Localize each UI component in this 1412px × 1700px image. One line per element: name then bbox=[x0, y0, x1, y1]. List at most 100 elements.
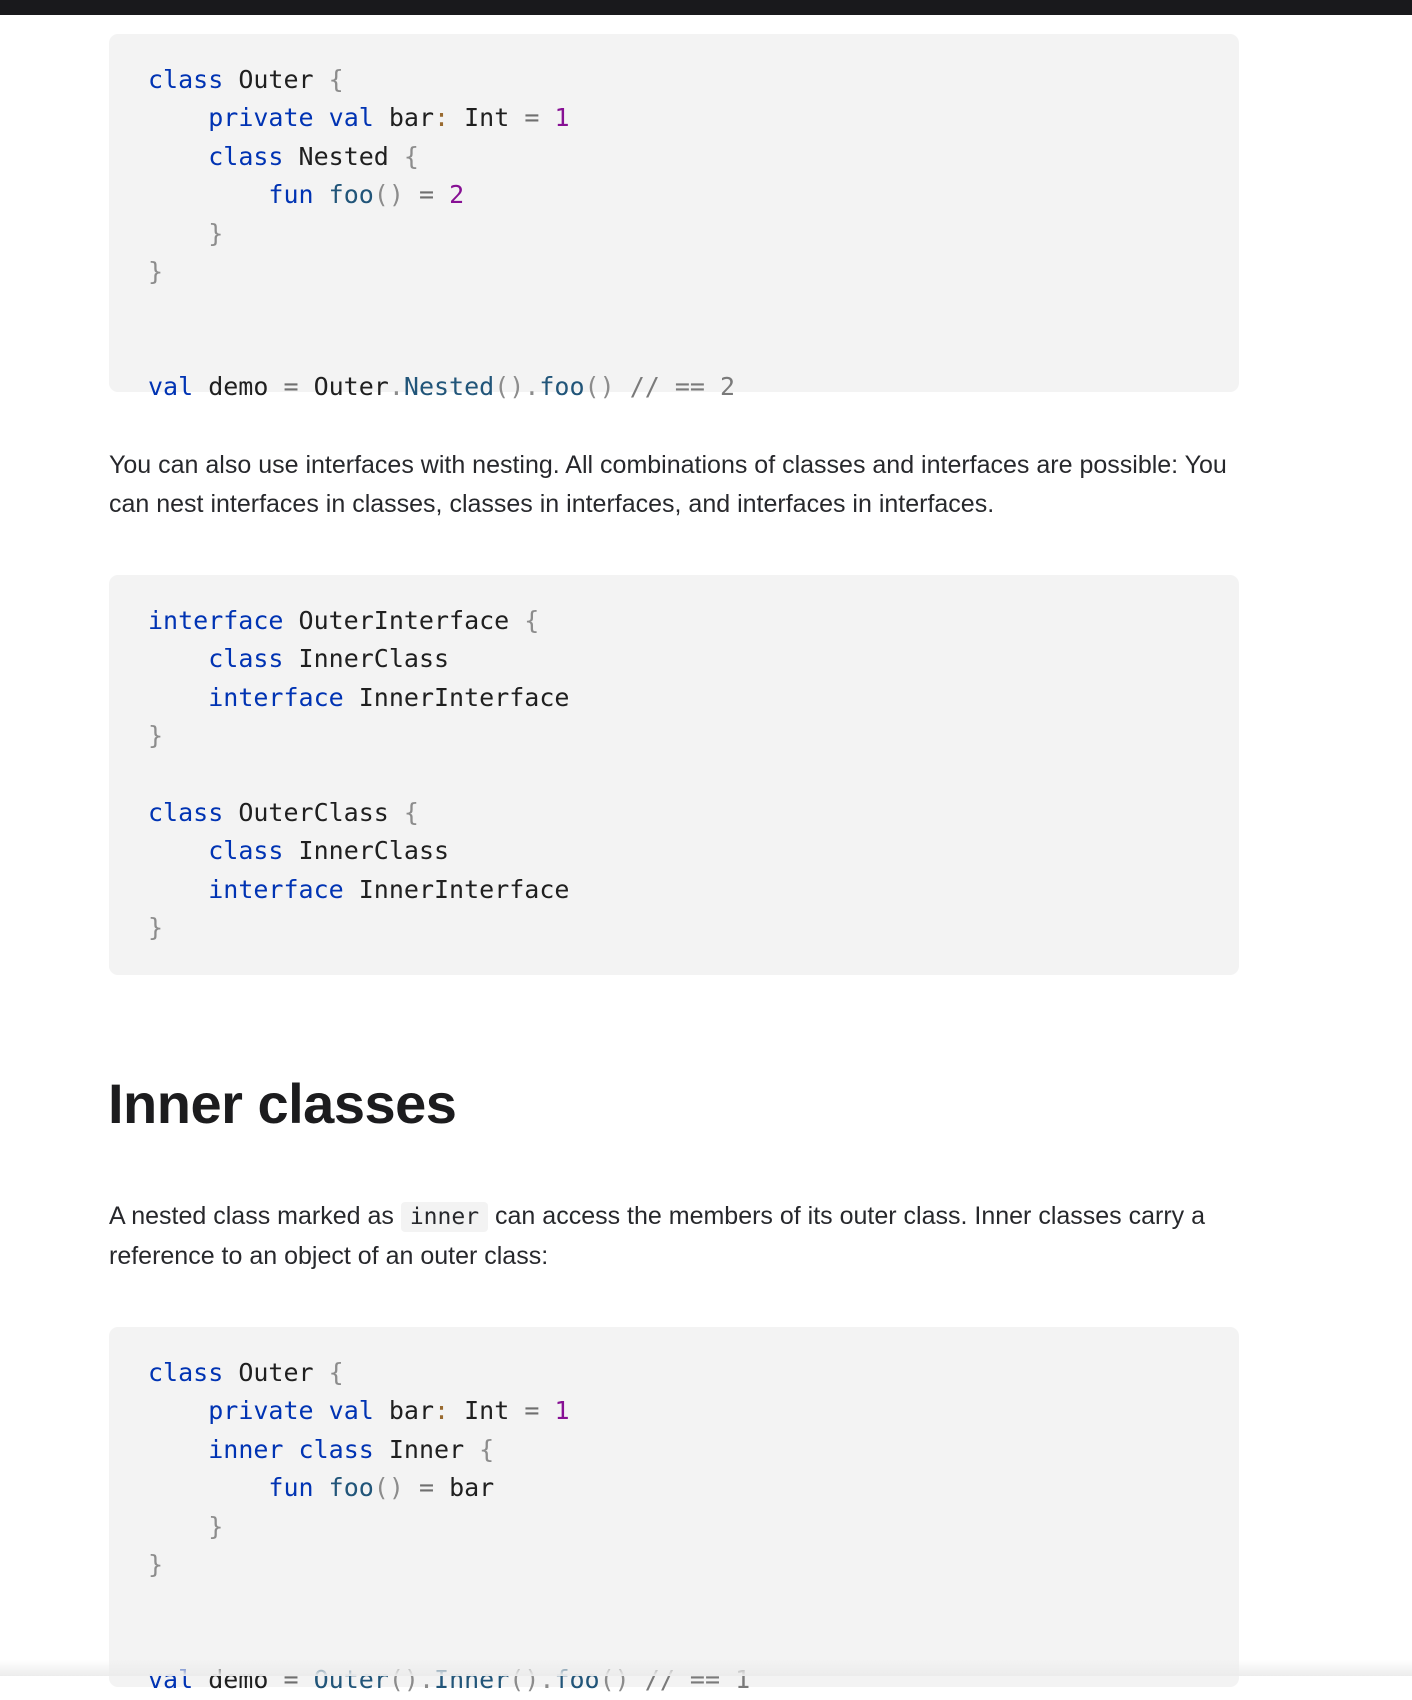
operator-token: = bbox=[524, 103, 540, 133]
comment-token: // == 2 bbox=[629, 372, 736, 402]
code-text: demo bbox=[193, 372, 284, 402]
code-line: interface OuterInterface { bbox=[148, 602, 569, 640]
code-line: fun foo() = bar bbox=[148, 1469, 750, 1507]
code-text: InnerInterface bbox=[343, 682, 570, 712]
paragraph-text: A nested class marked as bbox=[109, 1202, 394, 1230]
paragraph-interfaces-nesting: You can also use interfaces with nesting… bbox=[109, 451, 1227, 518]
punctuation-token: . bbox=[388, 372, 404, 402]
punctuation-token: { bbox=[403, 141, 419, 171]
code-line: class Nested { bbox=[148, 138, 735, 176]
code-content: class Outer { private val bar: Int = 1 c… bbox=[148, 61, 735, 407]
code-line: } bbox=[148, 717, 569, 755]
keyword-token: interface bbox=[148, 606, 284, 635]
code-text: InnerInterface bbox=[343, 874, 570, 904]
keyword-token: class bbox=[208, 836, 284, 866]
keyword-token: class bbox=[208, 141, 284, 171]
inline-code-inner: inner bbox=[400, 1202, 489, 1232]
code-line: private val bar: Int = 1 bbox=[148, 1392, 750, 1430]
punctuation-token: } bbox=[208, 218, 224, 248]
code-line: } bbox=[148, 215, 735, 253]
code-content: class Outer { private val bar: Int = 1 i… bbox=[148, 1354, 750, 1700]
keyword-token: class bbox=[148, 1358, 224, 1387]
keyword-token: private bbox=[208, 103, 314, 133]
code-line: interface InnerInterface bbox=[148, 679, 569, 717]
page-bottom-shadow bbox=[0, 1660, 1412, 1676]
code-text: InnerClass bbox=[283, 836, 450, 866]
code-line: class InnerClass bbox=[148, 832, 569, 870]
code-block-nested-class: class Outer { private val bar: Int = 1 c… bbox=[109, 34, 1239, 401]
keyword-token: private bbox=[208, 1396, 314, 1426]
top-navigation-bar bbox=[0, 0, 1412, 15]
code-line: } bbox=[148, 253, 735, 291]
keyword-token: fun bbox=[268, 1473, 314, 1503]
punctuation-token: { bbox=[403, 797, 419, 827]
paragraph-inner-intro: A nested class marked as inner can acces… bbox=[109, 1197, 1249, 1276]
function-name-token: foo bbox=[328, 1473, 374, 1503]
code-line: class InnerClass bbox=[148, 640, 569, 678]
code-text: Outer bbox=[223, 65, 329, 94]
code-line: } bbox=[148, 1546, 750, 1584]
code-text: OuterClass bbox=[223, 797, 404, 827]
code-line: private val bar: Int = 1 bbox=[148, 99, 735, 137]
code-line: inner class Inner { bbox=[148, 1431, 750, 1469]
function-name-token: foo bbox=[539, 372, 585, 402]
keyword-token: val bbox=[148, 372, 194, 402]
punctuation-token: } bbox=[148, 721, 164, 751]
punctuation-token: } bbox=[148, 1549, 164, 1579]
code-content: interface OuterInterface { class InnerCl… bbox=[148, 602, 569, 948]
code-line: class Outer { bbox=[148, 61, 735, 99]
keyword-token: class bbox=[208, 644, 284, 674]
keyword-token: interface bbox=[208, 874, 344, 904]
punctuation-token: } bbox=[208, 1511, 224, 1541]
code-text: Outer bbox=[223, 1358, 329, 1387]
punctuation-token: { bbox=[479, 1434, 495, 1464]
code-line: interface InnerInterface bbox=[148, 871, 569, 909]
code-line: fun foo() = 2 bbox=[148, 176, 735, 214]
punctuation-token: { bbox=[524, 606, 540, 635]
code-text: bar bbox=[434, 1473, 495, 1503]
keyword-token: val bbox=[328, 1396, 374, 1426]
code-block-interface-nesting: interface OuterInterface { class InnerCl… bbox=[109, 575, 1239, 975]
operator-token: = bbox=[524, 1396, 540, 1426]
code-line: class OuterClass { bbox=[148, 794, 569, 832]
code-text: Inner bbox=[373, 1434, 480, 1464]
punctuation-token: { bbox=[328, 1358, 344, 1387]
operator-token: = bbox=[418, 180, 435, 210]
colon-token: : bbox=[434, 103, 450, 133]
keyword-token: val bbox=[328, 103, 374, 133]
code-text: Nested bbox=[283, 141, 404, 171]
keyword-token: interface bbox=[208, 682, 344, 712]
operator-token: = bbox=[418, 1473, 435, 1503]
code-block-inner-class: class Outer { private val bar: Int = 1 i… bbox=[109, 1327, 1239, 1694]
operator-token: = bbox=[283, 372, 299, 402]
code-line: class Outer { bbox=[148, 1354, 750, 1392]
code-text: bar bbox=[373, 1396, 435, 1426]
code-line: } bbox=[148, 1508, 750, 1546]
code-text: bar bbox=[373, 103, 435, 133]
function-name-token: Nested bbox=[403, 372, 495, 402]
docs-page: class Outer { private val bar: Int = 1 c… bbox=[0, 0, 1412, 1694]
punctuation-token: { bbox=[328, 65, 344, 94]
colon-token: : bbox=[434, 1396, 450, 1426]
keyword-token: inner bbox=[208, 1434, 284, 1464]
